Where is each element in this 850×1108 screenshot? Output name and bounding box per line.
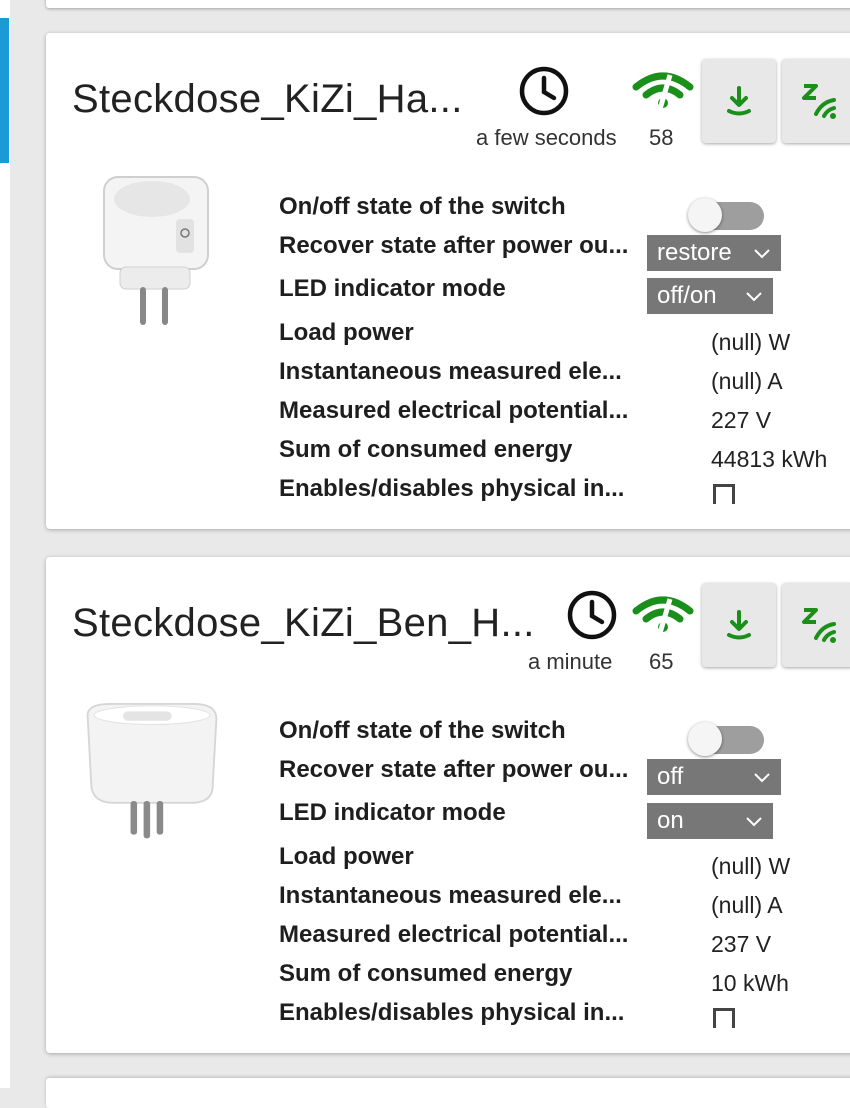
state-label: LED indicator mode xyxy=(279,275,506,302)
link-quality: 65 xyxy=(649,649,674,674)
device-card-previous xyxy=(46,0,850,8)
led-mode-select[interactable]: on xyxy=(647,803,773,839)
state-label: Enables/disables physical in... xyxy=(279,475,625,502)
info-button[interactable] xyxy=(782,583,850,667)
state-label: Load power xyxy=(279,319,414,346)
state-label: Recover state after power ou... xyxy=(279,232,629,259)
device-card: Steckdose_KiZi_Ha... a few seconds 58 On… xyxy=(46,33,850,529)
download-icon xyxy=(727,610,751,640)
switch-toggle[interactable] xyxy=(688,196,768,232)
state-label: Sum of consumed energy xyxy=(279,960,573,987)
selected-indicator xyxy=(0,18,9,163)
state-label: Measured electrical potential... xyxy=(279,397,629,424)
zigbee-info-icon xyxy=(802,608,836,643)
select-value: on xyxy=(657,807,684,834)
smart-plug-image xyxy=(103,176,209,325)
voltage-value: 227 V xyxy=(711,407,772,433)
chevron-down-icon xyxy=(746,817,762,827)
state-label: Instantaneous measured ele... xyxy=(279,882,622,909)
state-label: Sum of consumed energy xyxy=(279,436,573,463)
state-label: On/off state of the switch xyxy=(279,193,566,220)
state-label: LED indicator mode xyxy=(279,799,506,826)
switch-toggle[interactable] xyxy=(688,720,768,756)
last-seen-text: a minute xyxy=(528,649,613,674)
state-label: Load power xyxy=(279,843,414,870)
device-card: Steckdose_KiZi_Ben_H... a minute 65 On/o… xyxy=(46,557,850,1053)
energy-value: 44813 kWh xyxy=(711,446,828,472)
current-value: (null) A xyxy=(711,892,783,918)
download-icon xyxy=(727,86,751,116)
recover-state-select[interactable]: restore xyxy=(647,235,781,271)
chevron-down-icon xyxy=(754,773,770,783)
energy-value: 10 kWh xyxy=(711,970,789,996)
load-power-value: (null) W xyxy=(711,329,791,355)
current-value: (null) A xyxy=(711,368,783,394)
select-value: off/on xyxy=(657,282,717,309)
device-title: Steckdose_KiZi_Ha... xyxy=(72,77,463,121)
clock-icon xyxy=(519,66,569,116)
wifi-signal-icon xyxy=(632,596,694,634)
toggle-knob xyxy=(688,198,722,232)
chevron-down-icon xyxy=(754,249,770,259)
toggle-knob xyxy=(688,722,722,756)
select-value: restore xyxy=(657,239,732,266)
recover-state-select[interactable]: off xyxy=(647,759,781,795)
state-label: On/off state of the switch xyxy=(279,717,566,744)
state-label: Enables/disables physical in... xyxy=(279,999,625,1026)
left-panel-edge xyxy=(0,0,10,1088)
clock-icon xyxy=(567,590,617,640)
update-button[interactable] xyxy=(702,583,776,667)
load-power-value: (null) W xyxy=(711,853,791,879)
voltage-value: 237 V xyxy=(711,931,772,957)
device-card-next xyxy=(46,1078,850,1108)
last-seen-text: a few seconds xyxy=(476,125,617,150)
physical-input-checkbox[interactable] xyxy=(713,484,735,504)
led-mode-select[interactable]: off/on xyxy=(647,278,773,314)
update-button[interactable] xyxy=(702,59,776,143)
device-title: Steckdose_KiZi_Ben_H... xyxy=(72,601,535,645)
state-label: Recover state after power ou... xyxy=(279,756,629,783)
state-label: Instantaneous measured ele... xyxy=(279,358,622,385)
wifi-signal-icon xyxy=(632,72,694,110)
smart-plug-image xyxy=(86,703,218,839)
state-label: Measured electrical potential... xyxy=(279,921,629,948)
chevron-down-icon xyxy=(746,292,762,302)
physical-input-checkbox[interactable] xyxy=(713,1008,735,1028)
info-button[interactable] xyxy=(782,59,850,143)
link-quality: 58 xyxy=(649,125,674,150)
zigbee-info-icon xyxy=(802,84,836,119)
select-value: off xyxy=(657,763,684,790)
